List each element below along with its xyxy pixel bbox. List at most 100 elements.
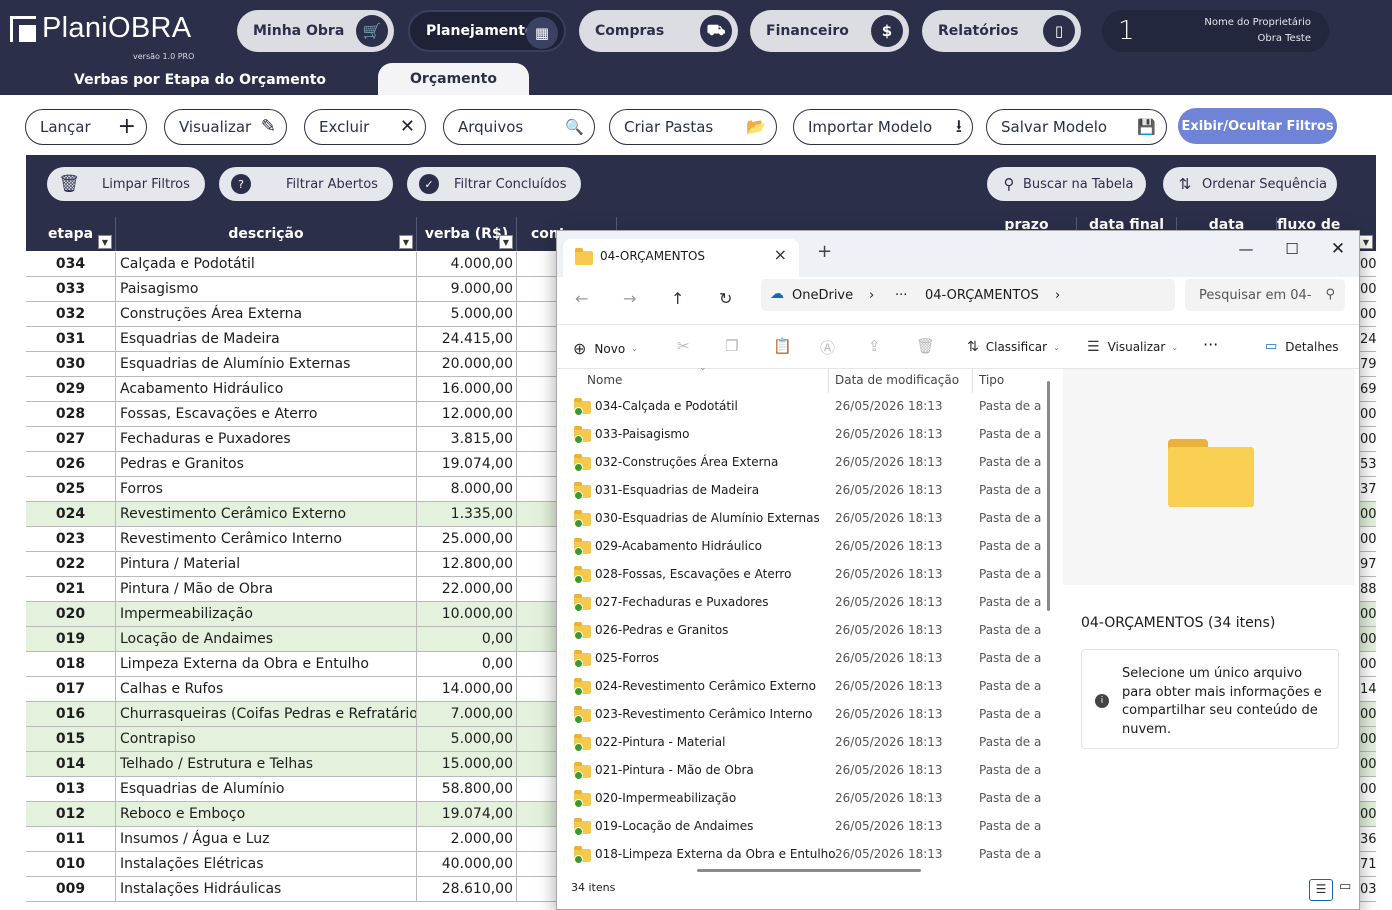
preview-area [1063, 369, 1355, 585]
cell-etapa: 018 [26, 652, 116, 676]
back-arrow-icon[interactable]: ← [575, 289, 588, 308]
visualizar-button[interactable]: Visualizar ✎ [164, 109, 287, 145]
details-view-icon[interactable]: ☰ [1309, 879, 1333, 901]
file-date: 26/05/2026 18:13 [835, 483, 943, 497]
column-header-descricao[interactable]: descrição ▼ [116, 217, 417, 251]
minimize-icon[interactable]: — [1223, 235, 1269, 263]
cell-descricao: Reboco e Emboço [116, 802, 417, 826]
nav-minha-obra-button[interactable]: Minha Obra 🛒 [237, 10, 394, 52]
file-date: 26/05/2026 18:13 [835, 511, 943, 525]
nav-financeiro-button[interactable]: Financeiro $ [750, 10, 909, 52]
file-row[interactable]: 022-Pintura - Material 26/05/2026 18:13 Pa… [557, 729, 1043, 757]
button-label: Detalhes [1285, 339, 1339, 354]
rename-icon[interactable]: Ⓐ [820, 337, 835, 358]
column-header-etapa[interactable]: etapa ▼ [26, 217, 116, 251]
new-tab-icon[interactable]: + [817, 241, 832, 262]
file-row[interactable]: 029-Acabamento Hidráulico 26/05/2026 18:1… [557, 533, 1043, 561]
vertical-scrollbar[interactable] [1047, 381, 1050, 611]
horizontal-scrollbar[interactable] [697, 869, 921, 872]
excluir-button[interactable]: Excluir ✕ [304, 109, 426, 145]
importar-modelo-button[interactable]: Importar Modelo ⭳ [793, 109, 973, 145]
salvar-modelo-button[interactable]: Salvar Modelo 💾 [986, 109, 1167, 145]
sync-check-icon [574, 855, 583, 864]
cell-etapa: 016 [26, 702, 116, 726]
visualizar-menu-button[interactable]: ☰ Visualizar ⌄ [1087, 339, 1178, 355]
column-separator[interactable] [828, 369, 829, 393]
cell-verba: 14.000,00 [417, 677, 517, 701]
file-row[interactable]: 024-Revestimento Cerâmico Externo 26/05/2… [557, 673, 1043, 701]
exibir-ocultar-filtros-button[interactable]: Exibir/Ocultar Filtros [1178, 108, 1337, 144]
file-row[interactable]: 019-Locação de Andaimes 26/05/2026 18:13 P… [557, 813, 1043, 841]
column-separator[interactable] [972, 369, 973, 393]
nav-planejamento-button[interactable]: Planejamento ▦ [408, 10, 566, 52]
file-row[interactable]: 026-Pedras e Granitos 26/05/2026 18:13 Pas… [557, 617, 1043, 645]
column-header-verba[interactable]: verba (R$) ▼ [417, 217, 517, 251]
owner-selector[interactable]: 1 Nome do Proprietário Obra Teste [1102, 10, 1329, 52]
file-row[interactable]: 034-Calçada e Podotátil 26/05/2026 18:13 P… [557, 393, 1043, 421]
file-row[interactable]: 031-Esquadrias de Madeira 26/05/2026 18:1… [557, 477, 1043, 505]
filter-dropdown-icon[interactable]: ▼ [98, 235, 112, 249]
file-row[interactable]: 033-Paisagismo 26/05/2026 18:13 Pasta de a… [557, 421, 1043, 449]
check-circle-icon: ✓ [419, 174, 439, 194]
refresh-icon[interactable]: ↻ [719, 289, 732, 308]
cell-fluxo-partial: 00 [1360, 306, 1376, 322]
button-label: Criar Pastas [624, 118, 714, 136]
delete-icon[interactable]: 🗑 [916, 337, 935, 355]
filtrar-abertos-button[interactable]: ? Filtrar Abertos [219, 167, 393, 201]
filtrar-concluidos-button[interactable]: ✓ Filtrar Concluídos [407, 167, 581, 201]
copy-icon[interactable]: ❐ [725, 337, 738, 355]
paste-icon[interactable]: 📋 [773, 337, 792, 355]
file-row[interactable]: 023-Revestimento Cerâmico Interno 26/05/2… [557, 701, 1043, 729]
cell-verba: 40.000,00 [417, 852, 517, 876]
breadcrumb-current[interactable]: 04-ORÇAMENTOS [925, 288, 1039, 303]
file-row[interactable]: 028-Fossas, Escavações e Aterro 26/05/202… [557, 561, 1043, 589]
column-nome[interactable]: Nome [587, 373, 622, 387]
file-date: 26/05/2026 18:13 [835, 567, 943, 581]
file-name: 018-Limpeza Externa da Obra e Entulho [595, 847, 836, 861]
tab-orcamento[interactable]: Orçamento [378, 63, 529, 95]
nav-label: Relatórios [938, 23, 1019, 39]
filter-dropdown-icon[interactable]: ▼ [399, 235, 413, 249]
forward-arrow-icon[interactable]: → [623, 289, 636, 308]
ordenar-sequencia-button[interactable]: ⇅ Ordenar Sequência [1163, 167, 1337, 201]
filter-dropdown-icon[interactable]: ▼ [1359, 235, 1373, 249]
breadcrumb-ellipsis[interactable]: ··· [895, 288, 907, 303]
nav-relatorios-button[interactable]: Relatórios ▯ [922, 10, 1081, 52]
limpar-filtros-button[interactable]: 🗑 Limpar Filtros [47, 167, 205, 201]
large-icons-view-icon[interactable]: ▭ [1339, 879, 1351, 894]
maximize-icon[interactable]: ☐ [1269, 235, 1315, 263]
file-row[interactable]: 025-Forros 26/05/2026 18:13 Pasta de arqui… [557, 645, 1043, 673]
button-label: Limpar Filtros [102, 176, 190, 192]
sort-icon: ⇅ [967, 339, 979, 355]
buscar-tabela-button[interactable]: ⚲ Buscar na Tabela [987, 167, 1146, 201]
more-options-button[interactable]: ··· [1203, 335, 1218, 354]
criar-pastas-button[interactable]: Criar Pastas 📂 [609, 109, 777, 145]
file-row[interactable]: 030-Esquadrias de Alumínio Externas 26/05… [557, 505, 1043, 533]
file-row[interactable]: 018-Limpeza Externa da Obra e Entulho 26/… [557, 841, 1043, 869]
file-row[interactable]: 032-Construções Área Externa 26/05/2026 1… [557, 449, 1043, 477]
cut-icon[interactable]: ✂ [677, 337, 690, 355]
tab-verbas[interactable]: Verbas por Etapa do Orçamento [74, 72, 326, 88]
breadcrumb[interactable]: ☁ OneDrive › ··· 04-ORÇAMENTOS › [761, 279, 1175, 311]
nav-compras-button[interactable]: Compras ⛟ [579, 10, 738, 52]
breadcrumb-onedrive[interactable]: OneDrive [792, 288, 853, 303]
arquivos-button[interactable]: Arquivos 🔍 [443, 109, 595, 145]
close-tab-icon[interactable]: × [774, 245, 787, 264]
close-window-icon[interactable]: ✕ [1315, 235, 1359, 263]
file-row[interactable]: 027-Fechaduras e Puxadores 26/05/2026 18:… [557, 589, 1043, 617]
explorer-search-input[interactable]: Pesquisar em 04- ⚲ [1185, 279, 1345, 311]
column-data-modificacao[interactable]: Data de modificação [835, 373, 959, 387]
classificar-button[interactable]: ⇅ Classificar ⌄ [967, 339, 1060, 355]
share-icon[interactable]: ⇪ [868, 337, 881, 355]
filter-dropdown-icon[interactable]: ▼ [499, 235, 513, 249]
explorer-tab[interactable]: 04-ORÇAMENTOS × [563, 239, 799, 277]
file-row[interactable]: 020-Impermeabilização 26/05/2026 18:13 Pas… [557, 785, 1043, 813]
lancar-button[interactable]: Lançar + [25, 109, 147, 145]
novo-button[interactable]: ⊕ Novo ⌄ [573, 339, 638, 358]
up-arrow-icon[interactable]: ↑ [671, 289, 684, 308]
column-tipo[interactable]: Tipo [979, 373, 1004, 387]
detalhes-button[interactable]: ▭ Detalhes [1265, 339, 1339, 354]
cell-verba: 8.000,00 [417, 477, 517, 501]
file-row[interactable]: 021-Pintura - Mão de Obra 26/05/2026 18:1… [557, 757, 1043, 785]
cell-verba: 20.000,00 [417, 352, 517, 376]
